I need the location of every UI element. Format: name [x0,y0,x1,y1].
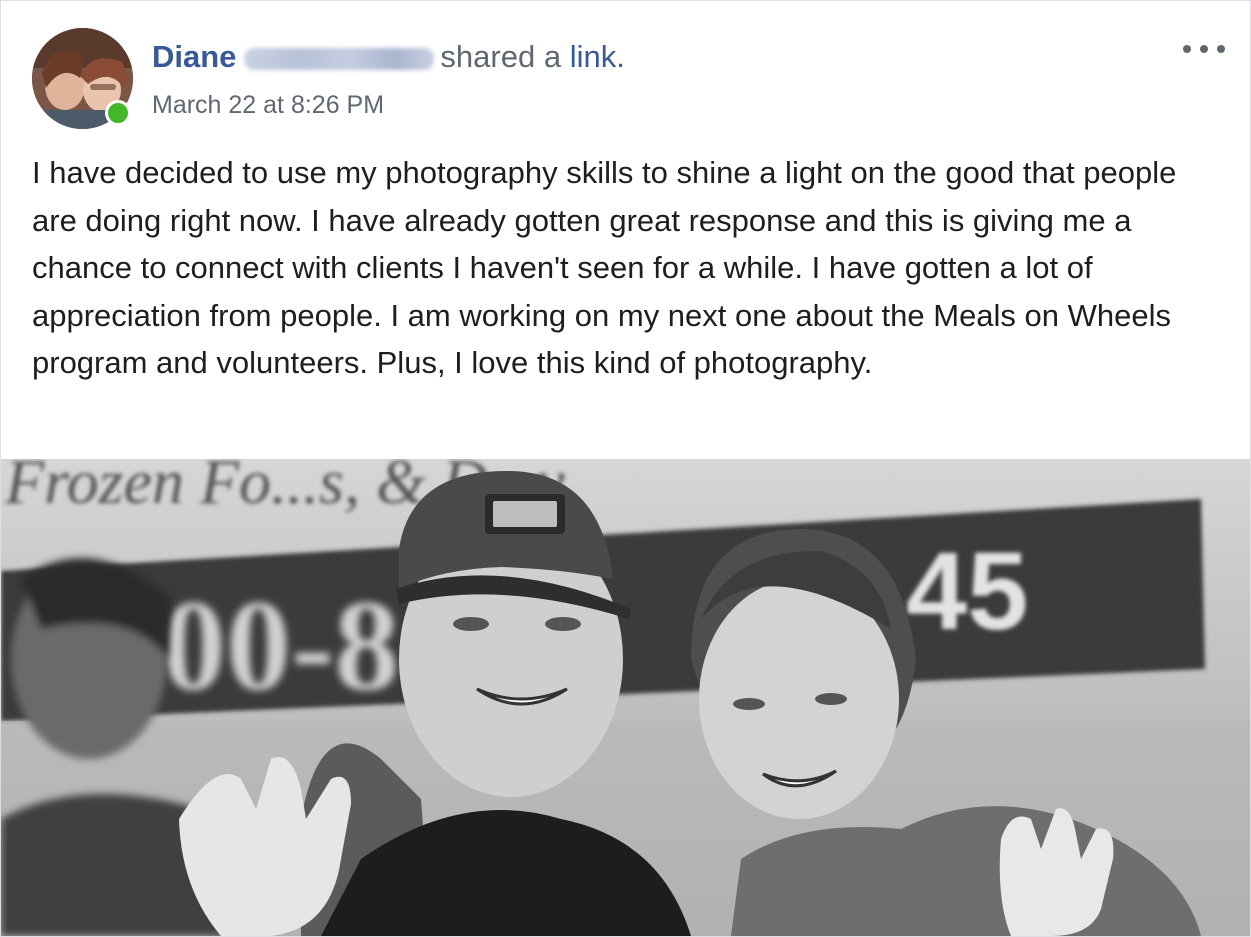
post-timestamp[interactable]: March 22 at 8:26 PM [152,89,384,121]
post-header: Diane shared a link. [152,38,625,76]
more-dots-icon[interactable] [1183,39,1225,59]
banner-number-left: 00-8 [161,574,399,718]
author-name-link[interactable]: Diane [152,39,236,74]
shared-photo[interactable]: Frozen Fo...s, & D...y 00-8 45 [1,459,1250,936]
shared-link-text[interactable]: link. [570,39,625,74]
facebook-post: Diane shared a link. March 22 at 8:26 PM … [0,0,1251,937]
banner-number-right: 45 [906,530,1028,653]
online-status-icon [105,100,131,126]
author-avatar[interactable] [32,28,133,129]
more-dot [1217,45,1225,53]
more-dot [1200,45,1208,53]
blurred-author-name[interactable] [244,47,435,70]
post-body-text: I have decided to use my photography ski… [32,155,1177,380]
more-dot [1183,45,1191,53]
shared-action-text: shared a [440,39,562,74]
